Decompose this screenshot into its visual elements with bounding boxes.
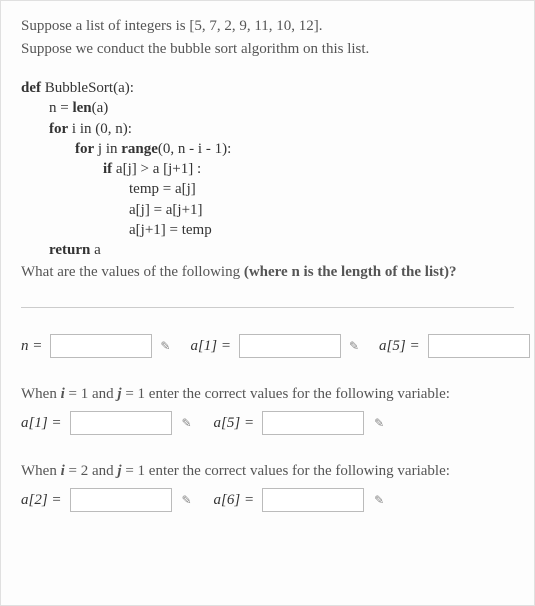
code-l1-rest: (a):	[113, 80, 134, 96]
code-l7: a[j] = a[j+1]	[21, 200, 514, 220]
pencil-icon[interactable]: ✎	[372, 493, 386, 507]
pencil-icon[interactable]: ✎	[372, 416, 386, 430]
pencil-icon[interactable]: ✎	[180, 493, 194, 507]
fn-len: len	[72, 100, 91, 116]
code-l9-rest: a	[90, 242, 100, 258]
kw-if: if	[103, 161, 112, 177]
kw-return: return	[49, 242, 90, 258]
code-block: def BubbleSort(a): n = len(a) for i in (…	[21, 78, 514, 260]
question-prompt: What are the values of the following (wh…	[21, 264, 514, 281]
intro-list-literal: [5, 7, 2, 9, 11, 10, 12]	[189, 18, 318, 34]
kw-for2: for	[75, 141, 94, 157]
row-i1j1: a[1] = ✎ a[5] = ✎	[21, 411, 514, 435]
input-a5-i1j1[interactable]	[262, 411, 364, 435]
row-i2j1: a[2] = ✎ a[6] = ✎	[21, 488, 514, 512]
intro-line1-prefix: Suppose a list of integers is	[21, 18, 189, 34]
code-l1: def BubbleSort(a):	[21, 80, 134, 96]
eq-j1b: = 1	[122, 463, 145, 479]
fn-bubblesort: BubbleSort	[45, 80, 113, 96]
p2-pre: When	[21, 386, 61, 402]
label-n: n =	[21, 338, 42, 355]
p2-and: and	[88, 386, 117, 402]
code-l4-post: (0, n - i - 1):	[158, 141, 231, 157]
question-prefix: What are the values of the following	[21, 264, 244, 280]
p3-pre: When	[21, 463, 61, 479]
input-a6-i2j1[interactable]	[262, 488, 364, 512]
input-n[interactable]	[50, 334, 152, 358]
input-a1[interactable]	[239, 334, 341, 358]
p3-and: and	[88, 463, 117, 479]
p3-post: enter the correct values for the followi…	[145, 463, 450, 479]
prompt-i1j1: When i = 1 and j = 1 enter the correct v…	[21, 386, 514, 403]
code-l5-rest: a[j] > a [j+1] :	[112, 161, 201, 177]
intro-line2: Suppose we conduct the bubble sort algor…	[21, 41, 369, 57]
code-l2: n = len(a)	[21, 98, 514, 118]
separator-1	[21, 307, 514, 308]
label-a2: a[2] =	[21, 492, 62, 509]
kw-def: def	[21, 80, 41, 96]
pencil-icon[interactable]: ✎	[349, 339, 359, 353]
question-bold: (where n is the length of the list)?	[244, 264, 457, 280]
input-a1-i1j1[interactable]	[70, 411, 172, 435]
input-a2-i2j1[interactable]	[70, 488, 172, 512]
label-a5: a[5] =	[379, 338, 420, 355]
eq-i2: = 2	[65, 463, 88, 479]
code-l3: for i in (0, n):	[21, 119, 514, 139]
eq-i1: = 1	[65, 386, 88, 402]
code-l4-mid: j in	[94, 141, 121, 157]
p2-post: enter the correct values for the followi…	[145, 386, 450, 402]
code-l2-post: (a)	[92, 100, 109, 116]
pencil-icon[interactable]: ✎	[160, 339, 170, 353]
code-l5: if a[j] > a [j+1] :	[21, 159, 514, 179]
fn-range: range	[121, 141, 158, 157]
label-a5-2: a[5] =	[214, 415, 255, 432]
code-l6: temp = a[j]	[21, 179, 514, 199]
code-l2-pre: n =	[49, 100, 72, 116]
input-a5[interactable]	[428, 334, 530, 358]
question-page: Suppose a list of integers is [5, 7, 2, …	[0, 0, 535, 606]
label-a1: a[1] =	[190, 338, 231, 355]
intro-text: Suppose a list of integers is [5, 7, 2, …	[21, 15, 514, 60]
label-a1-2: a[1] =	[21, 415, 62, 432]
eq-j1: = 1	[122, 386, 145, 402]
code-l9: return a	[21, 240, 514, 260]
code-l3-rest: i in (0, n):	[68, 121, 132, 137]
kw-for1: for	[49, 121, 68, 137]
code-l4: for j in range(0, n - i - 1):	[21, 139, 514, 159]
row-initial: n = ✎ a[1] = ✎ a[5] = ✎	[21, 334, 514, 358]
intro-line1-suffix: .	[319, 18, 323, 34]
label-a6: a[6] =	[214, 492, 255, 509]
code-l8: a[j+1] = temp	[21, 220, 514, 240]
pencil-icon[interactable]: ✎	[180, 416, 194, 430]
prompt-i2j1: When i = 2 and j = 1 enter the correct v…	[21, 463, 514, 480]
